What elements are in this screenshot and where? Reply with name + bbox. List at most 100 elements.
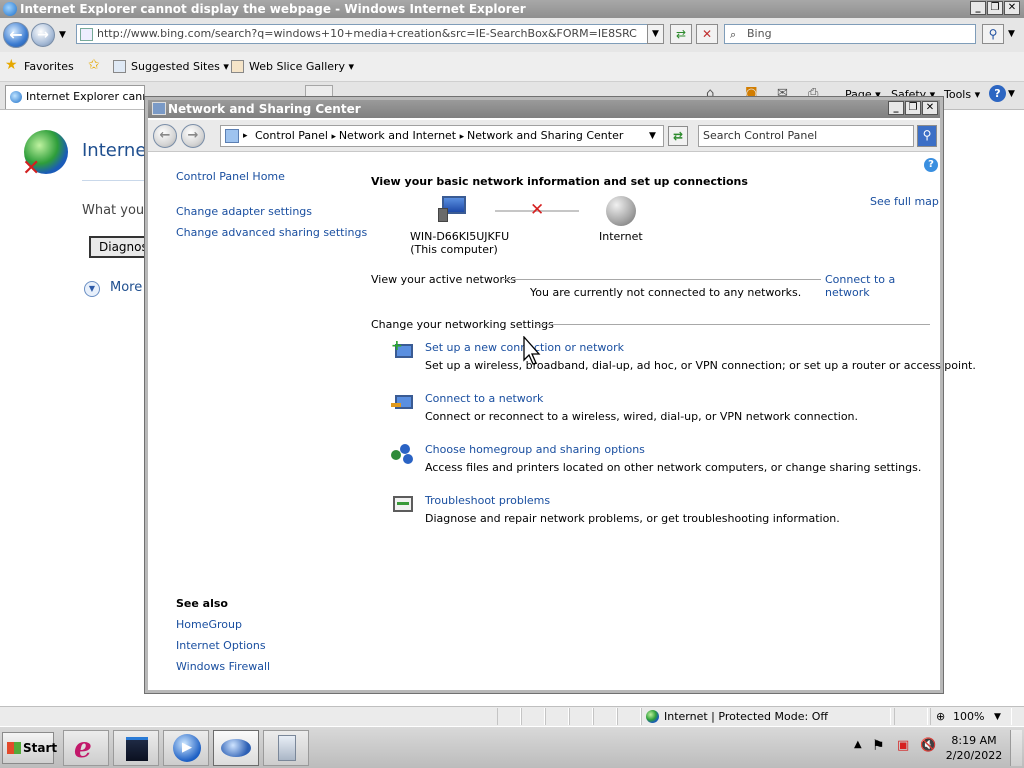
breadcrumb-dropdown-icon[interactable]: ▼	[649, 126, 656, 146]
connect-network-icon	[391, 391, 415, 413]
breadcrumb-network-internet[interactable]: Network and Internet	[339, 129, 456, 142]
status-cell	[617, 708, 641, 725]
refresh-icon[interactable]: ⇄	[670, 24, 692, 44]
internet-zone-icon	[646, 710, 659, 723]
status-cell	[521, 708, 545, 725]
help-icon[interactable]: ?	[989, 85, 1006, 102]
taskbar-media-player-icon[interactable]: ▶	[163, 730, 209, 766]
nsc-refresh-icon[interactable]: ⇄	[668, 126, 688, 146]
breadcrumb-nsc[interactable]: Network and Sharing Center	[467, 129, 623, 142]
action-center-flag-icon[interactable]: ⚑	[872, 738, 885, 754]
connect-network-desc: Connect or reconnect to a wireless, wire…	[425, 410, 859, 423]
breadcrumb-sep-icon[interactable]: ▸	[331, 132, 338, 142]
taskbar-server-manager-icon[interactable]	[113, 730, 159, 766]
diagnose-button[interactable]: Diagnos	[89, 236, 149, 258]
protected-mode-icon[interactable]	[894, 708, 928, 725]
address-url: http://www.bing.com/search?q=windows+10+…	[97, 27, 637, 40]
volume-muted-icon[interactable]: 🔇	[920, 738, 936, 753]
nsc-maximize-button[interactable]: ❐	[905, 101, 921, 115]
page-title: View your basic network information and …	[371, 175, 748, 188]
ie-window-title: Internet Explorer cannot display the web…	[20, 2, 526, 16]
nsc-minimize-button[interactable]: _	[888, 101, 904, 115]
ie-logo-icon	[3, 2, 17, 16]
status-cell	[497, 708, 521, 725]
page-icon	[80, 28, 93, 41]
ie-titlebar: Internet Explorer cannot display the web…	[0, 0, 1024, 18]
add-favorite-icon[interactable]: ✩	[88, 57, 100, 73]
ie-close-button[interactable]: ✕	[1004, 1, 1020, 15]
connect-network-link[interactable]: Connect to a network	[425, 392, 543, 405]
breadcrumb-root-chevron-icon[interactable]: ▸	[243, 126, 248, 146]
change-settings-label: Change your networking settings	[371, 318, 554, 331]
nsc-search-button-icon[interactable]: ⚲	[917, 125, 937, 147]
start-button[interactable]: Start	[2, 732, 57, 764]
breadcrumb-sep-icon[interactable]: ▸	[460, 132, 467, 142]
homegroup-icon	[391, 442, 415, 464]
search-placeholder: Bing	[747, 27, 772, 40]
forward-button[interactable]: →	[31, 23, 55, 47]
back-button[interactable]: ←	[3, 22, 29, 48]
ie-statusbar: Internet | Protected Mode: Off ⊕ 100% ▼	[0, 706, 1024, 726]
breadcrumb[interactable]: ▸ Control Panel ▸ Network and Internet ▸…	[220, 125, 664, 147]
zoom-level: 100%	[953, 710, 985, 723]
windows-firewall-link[interactable]: Windows Firewall	[176, 660, 270, 673]
setup-connection-desc: Set up a wireless, broadband, dial-up, a…	[425, 359, 976, 372]
taskbar-explorer-icon[interactable]	[263, 730, 309, 766]
show-hidden-icons[interactable]: ▲	[854, 739, 862, 750]
more-info-chevron-icon[interactable]: ▼	[84, 281, 100, 297]
search-input[interactable]: ⌕ Bing	[724, 24, 976, 44]
address-bar[interactable]: http://www.bing.com/search?q=windows+10+…	[76, 24, 664, 44]
favorites-bar: ★ Favorites ✩ Suggested Sites ▾ Web Slic…	[0, 52, 1024, 82]
active-networks-label: View your active networks	[371, 273, 517, 286]
nsc-search-input[interactable]: Search Control Panel	[698, 125, 914, 147]
suggested-sites-link[interactable]: Suggested Sites ▾	[131, 60, 229, 73]
connect-to-network-link-top[interactable]: Connect to a network	[825, 273, 940, 299]
address-dropdown-icon[interactable]: ▼	[647, 24, 664, 44]
search-button-icon[interactable]: ⚲	[982, 24, 1004, 44]
homegroup-sharing-link[interactable]: Choose homegroup and sharing options	[425, 443, 645, 456]
nsc-help-icon[interactable]: ?	[924, 158, 938, 172]
nsc-back-button[interactable]: ←	[153, 124, 177, 148]
clock-time[interactable]: 8:19 AM	[945, 734, 1003, 747]
favorites-star-icon: ★	[5, 57, 18, 73]
computer-icon	[438, 196, 470, 222]
nsc-forward-button[interactable]: →	[181, 124, 205, 148]
ie-error-heading: Internet	[82, 140, 154, 161]
computer-name: WIN-D66KI5UJKFU	[410, 230, 510, 243]
zoom-control[interactable]: ⊕ 100% ▼	[930, 708, 1012, 725]
tab-ie-icon	[10, 91, 22, 103]
change-adapter-settings-link[interactable]: Change adapter settings	[176, 205, 312, 218]
recent-pages-dropdown-icon[interactable]: ▼	[59, 30, 66, 40]
network-tray-disconnected-icon[interactable]: ▣	[897, 738, 909, 753]
search-options-dropdown-icon[interactable]: ▼	[1008, 29, 1015, 39]
favorites-button[interactable]: Favorites	[24, 60, 74, 73]
tools-menu[interactable]: Tools ▾	[944, 88, 980, 101]
tab-current[interactable]: Internet Explorer cannot display the web…	[5, 85, 145, 109]
clock-date[interactable]: 2/20/2022	[945, 749, 1003, 762]
nsc-titlebar: Network and Sharing Center _ ❐ ✕	[148, 100, 940, 118]
more-info-link[interactable]: More	[110, 280, 142, 295]
nsc-close-button[interactable]: ✕	[922, 101, 938, 115]
ie-maximize-button[interactable]: ❐	[987, 1, 1003, 15]
taskbar-network-icon[interactable]	[213, 730, 259, 766]
web-slice-gallery-label: Web Slice Gallery	[249, 60, 346, 73]
internet-globe-icon	[606, 196, 636, 226]
internet-options-link[interactable]: Internet Options	[176, 639, 266, 652]
troubleshoot-link[interactable]: Troubleshoot problems	[425, 494, 550, 507]
nsc-search-placeholder: Search Control Panel	[703, 129, 818, 142]
stop-icon[interactable]: ✕	[696, 24, 718, 44]
web-slice-gallery-link[interactable]: Web Slice Gallery ▾	[249, 60, 354, 73]
change-advanced-sharing-link[interactable]: Change advanced sharing settings	[176, 226, 367, 239]
help-dropdown-icon[interactable]: ▼	[1008, 89, 1015, 99]
control-panel-home-link[interactable]: Control Panel Home	[176, 170, 285, 183]
ie-error-text: What you	[82, 203, 145, 218]
ie-navbar: ← → ▼ http://www.bing.com/search?q=windo…	[0, 18, 1024, 52]
breadcrumb-control-panel[interactable]: Control Panel	[255, 129, 328, 142]
security-zone[interactable]: Internet | Protected Mode: Off	[641, 708, 891, 725]
suggested-sites-icon	[113, 60, 126, 73]
ie-minimize-button[interactable]: _	[970, 1, 986, 15]
homegroup-link[interactable]: HomeGroup	[176, 618, 242, 631]
taskbar-ie-icon[interactable]: e	[63, 730, 109, 766]
see-full-map-link[interactable]: See full map	[870, 195, 939, 208]
show-desktop-button[interactable]	[1010, 730, 1022, 766]
